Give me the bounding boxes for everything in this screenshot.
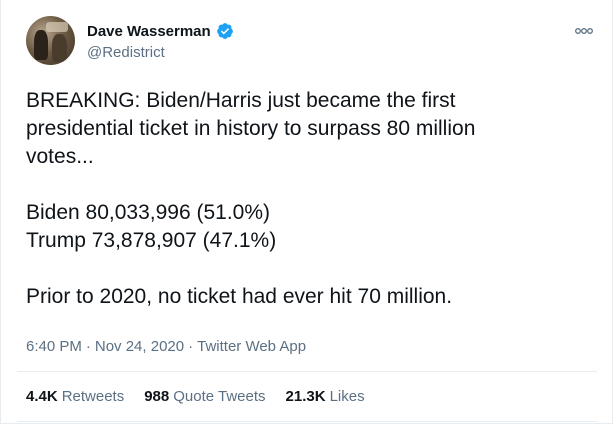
quote-tweets-stat[interactable]: 988 Quote Tweets (144, 388, 265, 405)
likes-label: Likes (329, 388, 365, 405)
meta-separator: · (85, 338, 91, 355)
avatar[interactable] (26, 16, 75, 65)
tweet-date[interactable]: Nov 24, 2020 (95, 338, 184, 355)
tweet-card: Dave Wasserman @Redistrict BREAKING: Bid… (0, 0, 613, 424)
tweet-text: BREAKING: Biden/Harris just became the f… (26, 87, 586, 311)
author-name-row[interactable]: Dave Wasserman (87, 22, 234, 40)
tweet-closing-line: Prior to 2020, no ticket had ever hit 70… (26, 285, 453, 308)
result-trump: Trump 73,878,907 (47.1%) (26, 229, 277, 252)
display-name[interactable]: Dave Wasserman (87, 23, 211, 40)
retweets-count: 4.4K (26, 388, 58, 405)
tweet-meta: 6:40 PM · Nov 24, 2020 · Twitter Web App (26, 338, 306, 355)
tweet-line: votes... (26, 145, 94, 168)
divider (17, 421, 597, 422)
tweet-line: presidential ticket in history to surpas… (26, 117, 476, 140)
quote-tweets-count: 988 (144, 388, 170, 405)
result-biden: Biden 80,033,996 (51.0%) (26, 201, 271, 224)
engagement-stats: 4.4K Retweets 988 Quote Tweets 21.3K Lik… (26, 388, 365, 405)
quote-tweets-label: Quote Tweets (173, 388, 266, 405)
tweet-time[interactable]: 6:40 PM (26, 338, 82, 355)
verified-badge-icon (216, 22, 234, 40)
likes-stat[interactable]: 21.3K Likes (286, 388, 365, 405)
tweet-source[interactable]: Twitter Web App (197, 338, 306, 355)
likes-count: 21.3K (285, 388, 326, 405)
meta-separator: · (188, 338, 194, 355)
retweets-stat[interactable]: 4.4K Retweets (26, 388, 124, 405)
tweet-line: BREAKING: Biden/Harris just became the f… (26, 89, 456, 112)
handle[interactable]: @Redistrict (87, 44, 165, 61)
divider (17, 371, 597, 372)
retweets-label: Retweets (61, 388, 125, 405)
more-dots-icon[interactable] (572, 24, 596, 36)
